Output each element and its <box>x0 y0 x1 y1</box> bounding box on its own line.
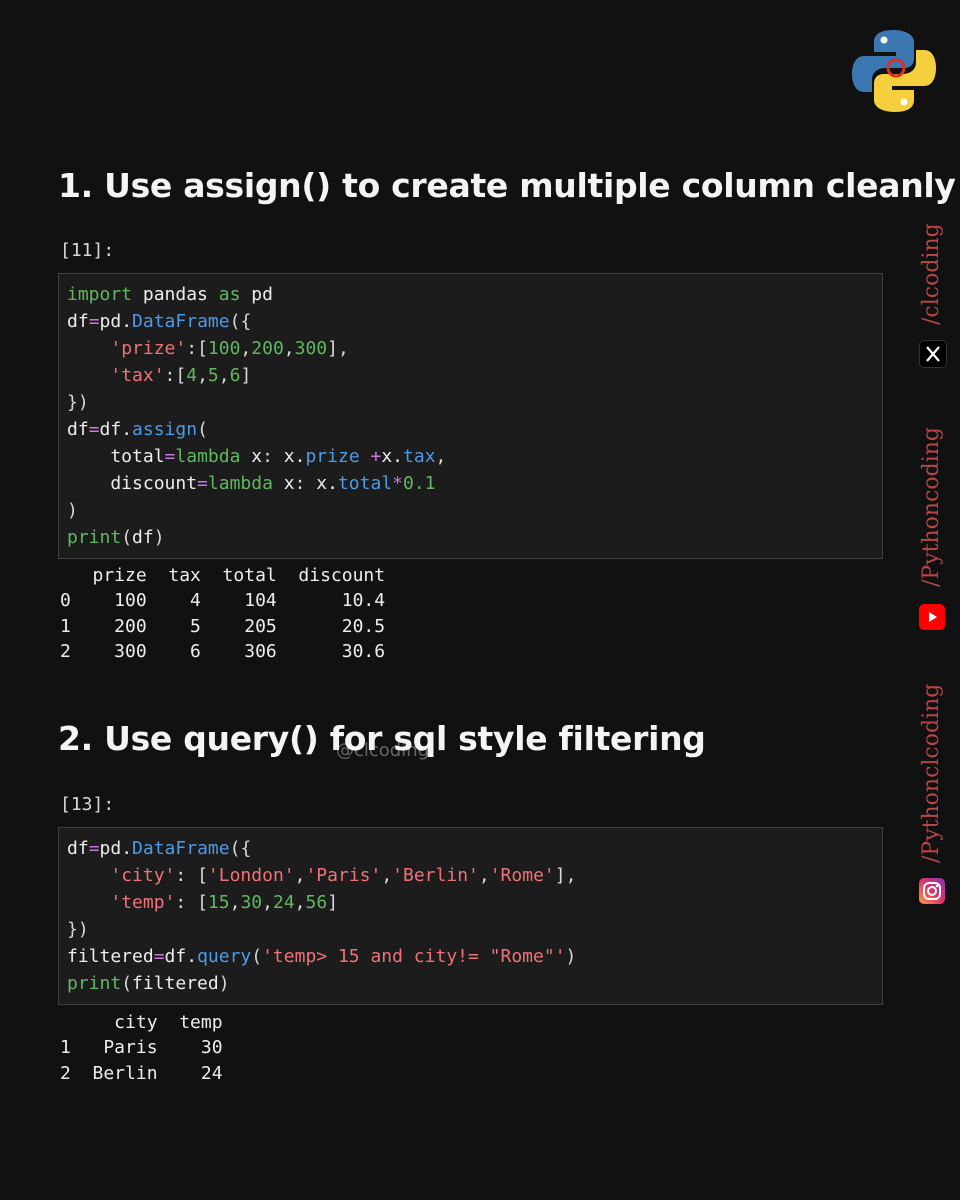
output-line: 0 100 4 104 10.4 <box>60 590 386 612</box>
social-handle-x[interactable]: /clcoding <box>919 223 944 325</box>
youtube-icon[interactable] <box>919 604 945 630</box>
output-2: city temp 1 Paris 30 2 Berlin 24 <box>60 1010 223 1086</box>
output-1: prize tax total discount 0 100 4 104 10.… <box>60 563 385 664</box>
watermark: @clcoding <box>336 740 430 761</box>
code-line: print(filtered) <box>67 973 230 994</box>
code-line: import pandas as pd <box>67 284 273 305</box>
code-line: df=pd.DataFrame({ <box>67 838 252 859</box>
code-line: df=df.assign( <box>67 419 208 440</box>
cell-1-prompt: [11]: <box>60 240 115 261</box>
output-line: prize tax total discount <box>60 565 386 586</box>
code-line: df=pd.DataFrame({ <box>67 311 252 332</box>
instagram-icon[interactable] <box>919 878 945 904</box>
output-line: city temp <box>60 1012 223 1033</box>
code-cell-1[interactable]: import pandas as pd df=pd.DataFrame({ 'p… <box>58 273 883 559</box>
cell-2-prompt: [13]: <box>60 794 115 815</box>
code-line: 'prize':[100,200,300], <box>110 338 349 359</box>
code-line: filtered=df.query('temp> 15 and city!= "… <box>67 946 577 967</box>
code-line: }) <box>67 919 89 940</box>
code-cell-2[interactable]: df=pd.DataFrame({ 'city': ['London','Par… <box>58 827 883 1005</box>
python-logo-icon <box>852 30 936 112</box>
output-line: 1 200 5 205 20.5 <box>60 615 386 637</box>
code-line: 'tax':[4,5,6] <box>110 365 252 386</box>
output-line: 1 Paris 30 <box>60 1037 223 1059</box>
social-handle-instagram[interactable]: /Pythonclcoding <box>919 684 944 863</box>
section-1-heading: 1. Use assign() to create multiple colum… <box>58 166 956 205</box>
output-line: 2 Berlin 24 <box>60 1062 223 1084</box>
output-line: 2 300 6 306 30.6 <box>60 640 386 662</box>
code-line: print(df) <box>67 527 165 548</box>
code-line: discount=lambda x: x.total*0.1 <box>67 473 436 494</box>
x-twitter-icon[interactable] <box>919 340 947 368</box>
code-block: import pandas as pd df=pd.DataFrame({ 'p… <box>67 281 874 551</box>
code-line: ) <box>67 500 78 521</box>
code-line: total=lambda x: x.prize +x.tax, <box>67 446 447 467</box>
code-block: df=pd.DataFrame({ 'city': ['London','Par… <box>67 835 874 997</box>
social-handle-youtube[interactable]: /Pythoncoding <box>919 427 944 587</box>
code-line: 'temp': [15,30,24,56] <box>110 892 339 913</box>
code-line: }) <box>67 392 89 413</box>
code-line: 'city': ['London','Paris','Berlin','Rome… <box>110 865 577 886</box>
